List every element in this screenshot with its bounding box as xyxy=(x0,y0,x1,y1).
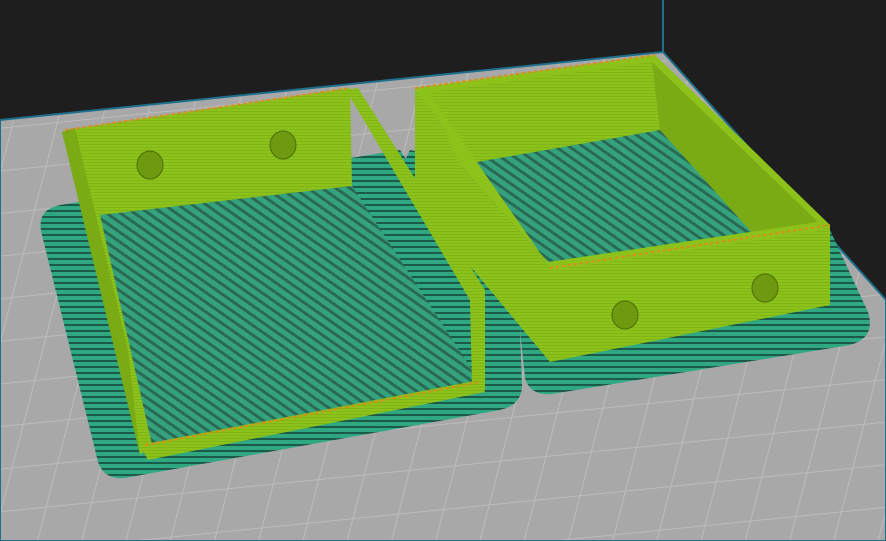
scene xyxy=(0,0,886,541)
hole xyxy=(269,130,297,160)
3d-viewport[interactable] xyxy=(0,0,886,541)
hole xyxy=(136,150,164,180)
hole xyxy=(611,300,639,330)
hole xyxy=(751,273,779,303)
